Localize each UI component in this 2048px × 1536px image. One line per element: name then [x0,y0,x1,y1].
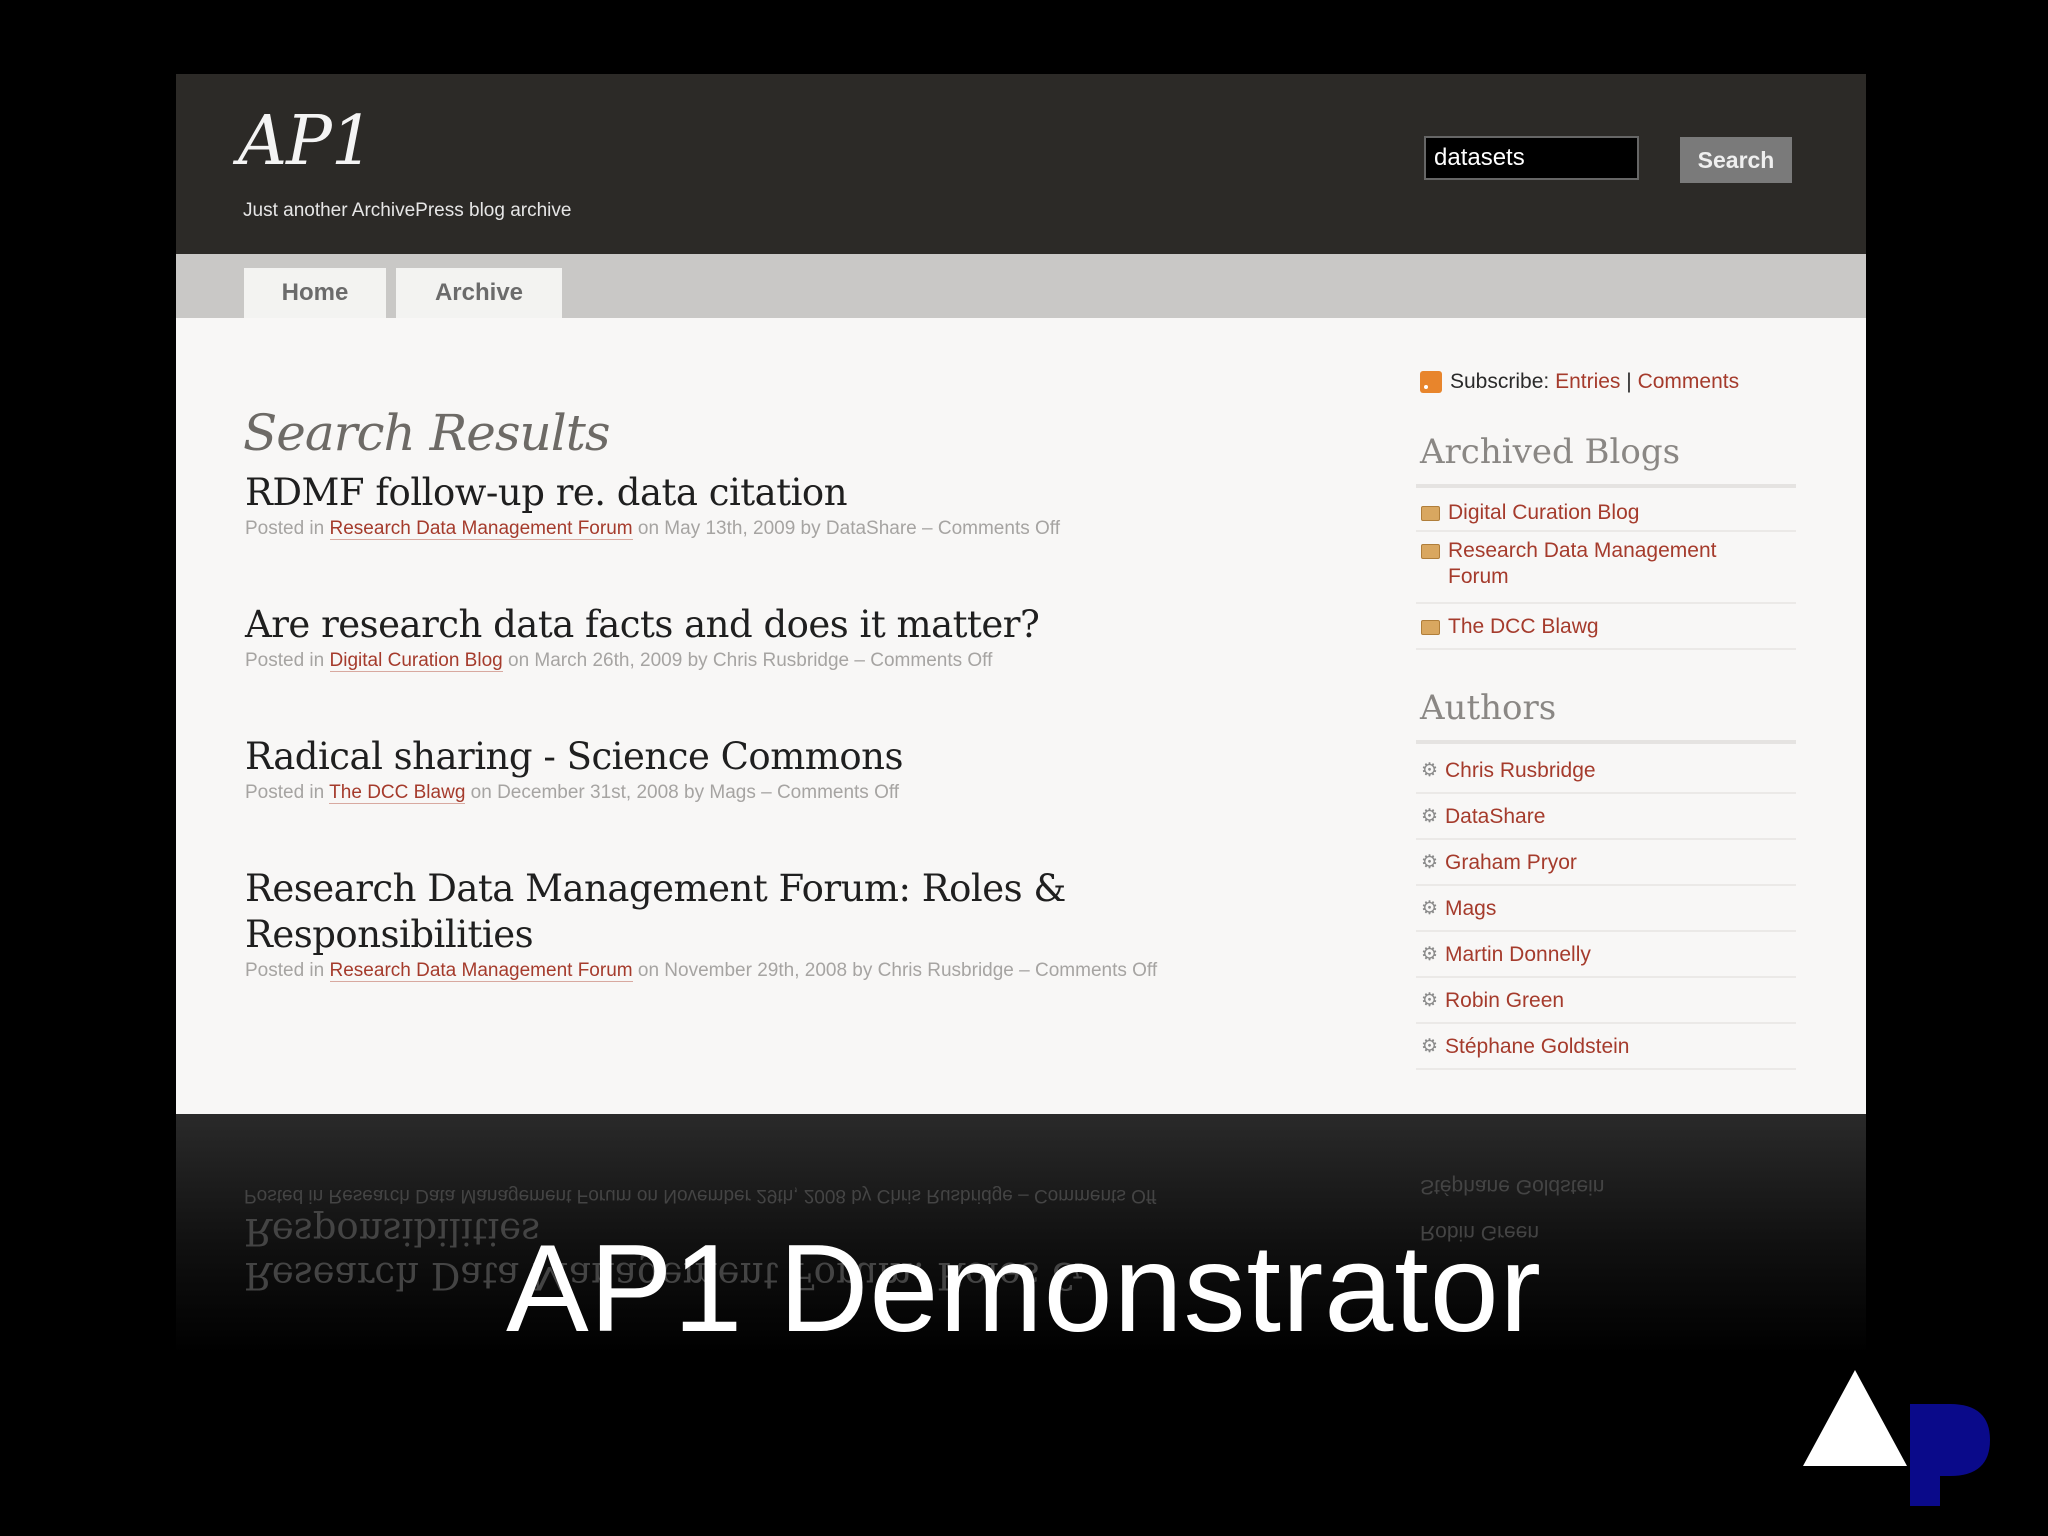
search-button[interactable]: Search [1680,137,1792,183]
site-title[interactable]: AP1 [238,102,374,181]
archived-blog-label-line: Research Data Management [1448,539,1717,562]
post-meta-details: on November 29th, 2008 by Chris Rusbridg… [637,960,1158,981]
reflection-meta: Posted in Research Data Management Forum… [244,1185,1157,1206]
folder-icon [1421,620,1440,635]
author-item[interactable]: ⚙ Chris Rusbridge [1416,748,1796,794]
post-meta-details: on March 26th, 2009 by Chris Rusbridge –… [508,650,993,671]
gear-icon: ⚙ [1421,898,1439,919]
post-title-line: Responsibilities [245,913,534,956]
author-name: Martin Donnelly [1445,943,1591,966]
post-category-link[interactable]: Digital Curation Blog [329,650,503,672]
author-name: Graham Pryor [1445,851,1577,874]
search-result: Radical sharing - Science Commons Posted… [245,734,1245,804]
archived-blog-label: Digital Curation Blog [1448,501,1640,524]
archived-blog-item[interactable]: Research Data Management Forum [1416,532,1796,604]
archived-blog-label: The DCC Blawg [1448,615,1599,638]
author-name: Mags [1445,897,1497,920]
folder-icon [1421,506,1440,521]
post-meta-prefix: Posted in [245,518,325,539]
author-item[interactable]: ⚙ DataShare [1416,794,1796,840]
post-title-link[interactable]: Radical sharing - Science Commons [245,734,1245,780]
post-meta-prefix: Posted in [245,650,325,671]
author-item[interactable]: ⚙ Graham Pryor [1416,840,1796,886]
authors-list: ⚙ Chris Rusbridge ⚙ DataShare ⚙ Graham P… [1416,748,1796,1070]
archived-blog-label-line: Forum [1448,565,1509,588]
site-tagline: Just another ArchivePress blog archive [243,200,572,221]
subscribe-separator: | [1626,370,1632,393]
nav-tab-archive[interactable]: Archive [396,268,562,318]
archived-blogs-list: Digital Curation Blog Research Data Mana… [1416,496,1796,650]
post-title-line: Research Data Management Forum: Roles & [245,867,1066,910]
page-title: Search Results [243,404,610,462]
blog-screenshot: AP1 Just another ArchivePress blog archi… [176,74,1866,1114]
slide-caption: AP1 Demonstrator [506,1220,1542,1358]
search-input[interactable] [1424,136,1639,180]
post-category-link[interactable]: The DCC Blawg [329,782,466,804]
archived-blog-item[interactable]: The DCC Blawg [1416,604,1796,650]
nav-bar: Home Archive [176,254,1866,318]
post-category-link[interactable]: Research Data Management Forum [329,960,633,982]
widget-divider [1416,740,1796,744]
gear-icon: ⚙ [1421,806,1439,827]
author-name: Stéphane Goldstein [1445,1035,1630,1058]
subscribe-row: Subscribe: Entries | Comments [1420,370,1739,394]
content-area: Search Results RDMF follow-up re. data c… [176,318,1866,1114]
archived-blog-label: Research Data Management Forum [1448,538,1716,590]
post-meta-details: on May 13th, 2009 by DataShare – Comment… [637,518,1060,539]
subscribe-comments-link[interactable]: Comments [1638,370,1740,394]
gear-icon: ⚙ [1421,760,1439,781]
search-result: RDMF follow-up re. data citation Posted … [245,470,1245,540]
author-name: Robin Green [1445,989,1565,1012]
folder-icon [1421,544,1440,559]
post-meta: Posted in Research Data Management Forum… [245,518,1245,540]
post-title-link[interactable]: Are research data facts and does it matt… [245,602,1245,648]
archived-blogs-title: Archived Blogs [1420,432,1681,472]
post-meta-prefix: Posted in [245,960,325,981]
post-meta: Posted in Digital Curation Blog on March… [245,650,1245,672]
subscribe-label: Subscribe: [1450,370,1550,393]
author-name: Chris Rusbridge [1445,759,1596,782]
gear-icon: ⚙ [1421,1036,1439,1057]
post-title-link[interactable]: Research Data Management Forum: Roles & … [245,866,1245,958]
rss-icon [1420,371,1442,393]
post-meta-details: on December 31st, 2008 by Mags – Comment… [470,782,900,803]
reflection-author: Stéphane Goldstein [1420,1175,1605,1198]
author-item[interactable]: ⚙ Robin Green [1416,978,1796,1024]
post-meta: Posted in Research Data Management Forum… [245,960,1245,982]
authors-title: Authors [1420,688,1557,728]
gear-icon: ⚙ [1421,990,1439,1011]
search-result: Research Data Management Forum: Roles & … [245,866,1245,982]
post-meta-prefix: Posted in [245,782,325,803]
author-item[interactable]: ⚙ Mags [1416,886,1796,932]
widget-divider [1416,484,1796,488]
post-category-link[interactable]: Research Data Management Forum [329,518,633,540]
nav-tab-home[interactable]: Home [244,268,386,318]
author-item[interactable]: ⚙ Martin Donnelly [1416,932,1796,978]
author-name: DataShare [1445,805,1546,828]
archivepress-logo-icon [1803,1370,1990,1506]
archived-blog-item[interactable]: Digital Curation Blog [1416,496,1796,532]
site-header: AP1 Just another ArchivePress blog archi… [176,74,1866,254]
gear-icon: ⚙ [1421,944,1439,965]
gear-icon: ⚙ [1421,852,1439,873]
post-meta: Posted in The DCC Blawg on December 31st… [245,782,1245,804]
author-item[interactable]: ⚙ Stéphane Goldstein [1416,1024,1796,1070]
search-result: Are research data facts and does it matt… [245,602,1245,672]
subscribe-entries-link[interactable]: Entries [1555,370,1620,394]
post-title-link[interactable]: RDMF follow-up re. data citation [245,470,1245,516]
